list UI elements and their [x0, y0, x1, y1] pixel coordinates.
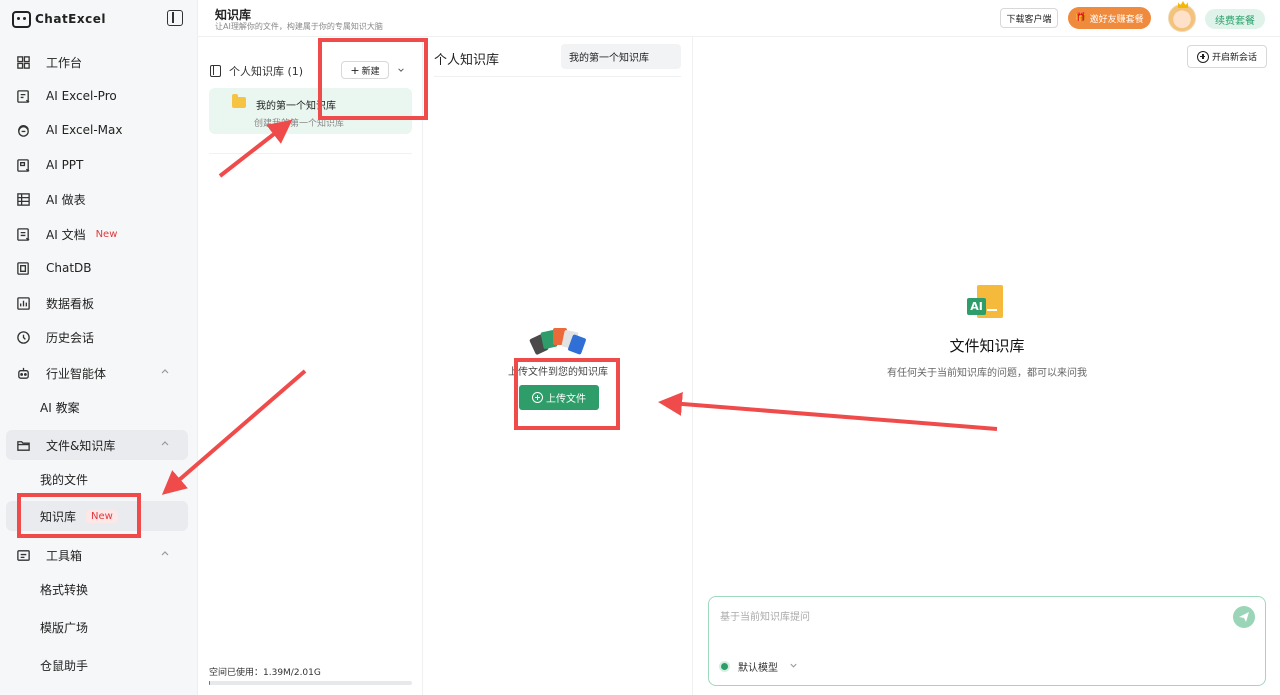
storage-usage-fill [209, 681, 210, 685]
tab-current-knowledge-base[interactable]: 我的第一个知识库 [561, 44, 681, 69]
app-logo[interactable]: ChatExcel [12, 9, 106, 29]
sidebar-item-toolbox[interactable]: 工具箱 [6, 540, 188, 570]
app-window: ChatExcel 工作台 AI Excel-Pro AI Excel-Max … [0, 0, 1280, 695]
kb-list-heading[interactable]: 个人知识库 (1) [210, 63, 303, 79]
sidebar-item-ai-excel-pro[interactable]: AI Excel-Pro [6, 81, 188, 111]
invite-label: 邀好友赚套餐 [1089, 14, 1144, 25]
model-status-dot [721, 663, 728, 670]
kb-heading-label: 个人知识库 (1) [229, 65, 304, 78]
sidebar-item-label: AI PPT [46, 158, 84, 172]
robot-logo-icon [12, 10, 31, 28]
chat-input-placeholder: 基于当前知识库提问 [720, 612, 810, 623]
new-chat-button[interactable]: 开启新会话 [1187, 45, 1267, 68]
sidebar-item-label: 我的文件 [40, 472, 89, 487]
sidebar-item-label: 文件&知识库 [46, 438, 116, 453]
new-badge: New [95, 228, 118, 240]
sidebar-panel-icon [210, 65, 221, 77]
sidebar-item-ai-ppt[interactable]: AI PPT [6, 150, 188, 180]
page-subtitle: 让AI理解你的文件，构建属于你的专属知识大脑 [215, 22, 383, 31]
collapse-sidebar-icon[interactable] [167, 10, 183, 26]
chat-input-box[interactable]: 基于当前知识库提问 默认模型 [708, 596, 1266, 686]
gift-icon: 🎁 [1075, 13, 1087, 23]
highlight-upload-button [514, 358, 620, 430]
folder-icon [232, 94, 246, 108]
sidebar-item-my-files[interactable]: 我的文件 [6, 464, 188, 494]
document-icon [14, 225, 32, 243]
storage-usage-bar [209, 681, 412, 685]
top-header: 知识库 让AI理解你的文件，构建属于你的专属知识大脑 下载客户端 🎁 邀好友赚套… [198, 0, 1280, 37]
sidebar-item-dashboard[interactable]: 数据看板 [6, 288, 188, 318]
sidebar-item-hamster-assistant[interactable]: 仓鼠助手 [6, 650, 188, 680]
dashboard-icon [14, 294, 32, 312]
renew-plan-button[interactable]: 续费套餐 [1205, 9, 1265, 29]
sidebar-item-workbench[interactable]: 工作台 [6, 47, 188, 77]
model-selector[interactable]: 默认模型 [738, 659, 778, 674]
table-icon [14, 190, 32, 208]
logo-text: ChatExcel [35, 12, 106, 26]
sidebar-item-label: AI 做表 [46, 192, 86, 207]
sidebar-item-chatdb[interactable]: ChatDB [6, 253, 188, 283]
database-icon [14, 259, 32, 277]
highlight-new-button [318, 38, 428, 120]
sidebar-item-format-convert[interactable]: 格式转换 [6, 574, 188, 604]
storage-usage-label: 空间已使用：1.39M/2.01G [209, 668, 321, 678]
files-panel-title: 个人知识库 [434, 53, 500, 68]
excel-max-icon [14, 121, 32, 139]
new-chat-label: 开启新会话 [1211, 53, 1257, 63]
history-icon [14, 328, 32, 346]
sidebar-item-label: 工作台 [46, 55, 83, 70]
sidebar-item-label: 历史会话 [46, 330, 95, 345]
sidebar-item-label: 仓鼠助手 [40, 658, 89, 673]
chat-empty-title: 文件知识库 [949, 337, 1025, 355]
sidebar-item-history[interactable]: 历史会话 [6, 322, 188, 352]
folder-open-icon [14, 436, 32, 454]
sidebar-item-template-square[interactable]: 模版广场 [6, 612, 188, 642]
chevron-up-icon[interactable] [160, 549, 170, 559]
knowledge-base-list: 个人知识库 (1) + 新建 我的第一个知识库 创建我的第一个知识库 空间已使用… [198, 37, 423, 695]
download-client-button[interactable]: 下载客户端 [1000, 8, 1058, 28]
ai-knowledge-logo-icon: AI [967, 285, 1003, 318]
highlight-knowledge-base-item [17, 493, 141, 538]
sidebar-item-ai-table[interactable]: AI 做表 [6, 184, 188, 214]
ai-badge: AI [967, 298, 986, 315]
sidebar-item-label: AI 文档 [46, 227, 86, 242]
robot-icon [14, 364, 32, 382]
invite-friends-button[interactable]: 🎁 邀好友赚套餐 [1068, 7, 1151, 29]
sidebar-item-ai-excel-max[interactable]: AI Excel-Max [6, 115, 188, 145]
sidebar-item-label: ChatDB [46, 261, 92, 275]
send-button[interactable] [1233, 606, 1255, 628]
sidebar-item-industry-agents[interactable]: 行业智能体 [6, 358, 188, 388]
sidebar-item-label: AI 教案 [40, 400, 80, 415]
file-types-illustration-icon [529, 328, 587, 356]
sidebar-item-label: 模版广场 [40, 620, 89, 635]
avatar[interactable] [1168, 4, 1196, 32]
chat-panel: 开启新会话 AI 文件知识库 有任何关于当前知识库的问题，都可以来问我 基于当前… [694, 37, 1280, 695]
chevron-up-icon[interactable] [160, 367, 170, 377]
sidebar-item-label: 格式转换 [40, 582, 89, 597]
sidebar-item-files-knowledge[interactable]: 文件&知识库 [6, 430, 188, 460]
chevron-up-icon[interactable] [160, 439, 170, 449]
excel-pro-icon [14, 87, 32, 105]
sidebar-item-ai-doc[interactable]: AI 文档 New [6, 219, 188, 249]
grid-icon [14, 53, 32, 71]
toolbox-icon [14, 546, 32, 564]
sidebar-item-label: 行业智能体 [46, 366, 107, 381]
sidebar: ChatExcel 工作台 AI Excel-Pro AI Excel-Max … [0, 0, 198, 695]
chevron-down-icon[interactable] [789, 661, 798, 670]
sidebar-item-label: AI Excel-Pro [46, 89, 117, 103]
ppt-icon [14, 156, 32, 174]
divider [434, 76, 681, 77]
sidebar-item-label: 数据看板 [46, 296, 95, 311]
sidebar-item-ai-lesson-plan[interactable]: AI 教案 [6, 392, 188, 422]
chat-empty-subtitle: 有任何关于当前知识库的问题，都可以来问我 [887, 368, 1087, 379]
send-icon [1239, 612, 1249, 622]
divider [209, 153, 412, 154]
sidebar-item-label: 工具箱 [46, 548, 83, 563]
sidebar-item-label: AI Excel-Max [46, 123, 123, 137]
plus-circle-icon [1196, 50, 1209, 63]
